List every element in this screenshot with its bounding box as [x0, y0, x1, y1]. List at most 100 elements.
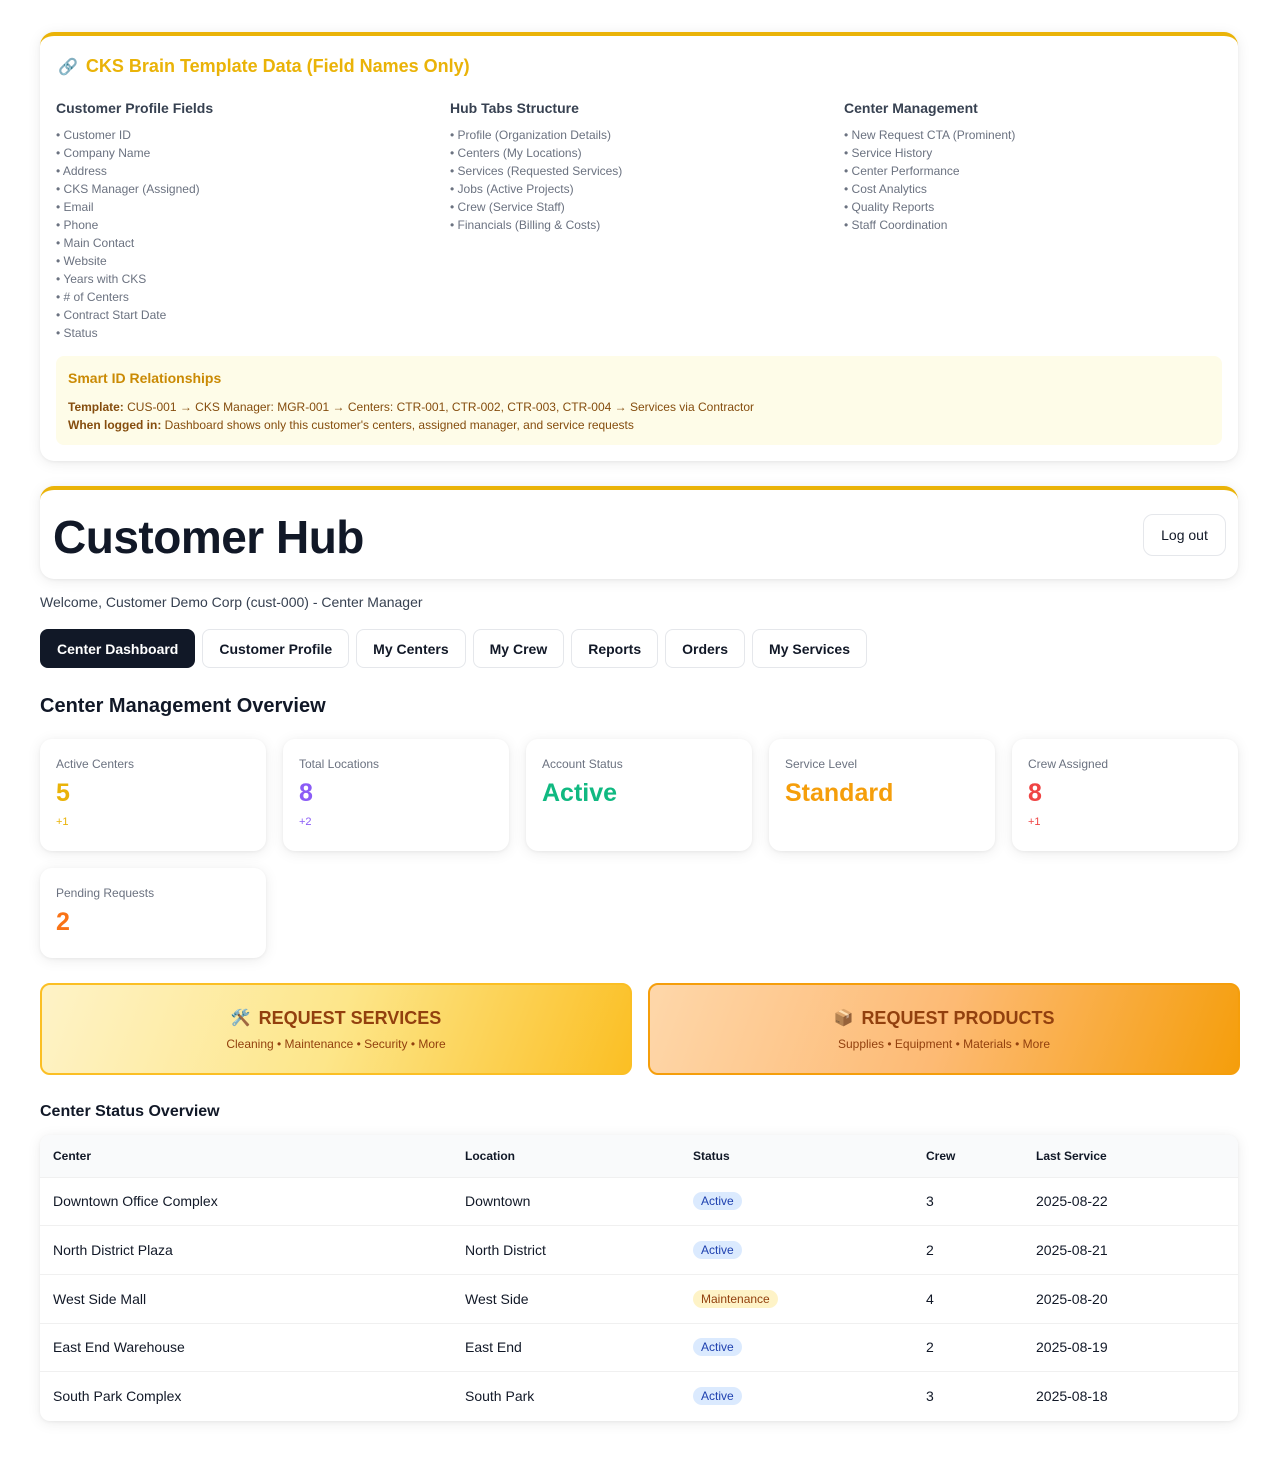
tab-my-services[interactable]: My Services [752, 629, 867, 668]
smart-template-text: CUS-001 → CKS Manager: MGR-001 → Centers… [127, 400, 754, 414]
status-badge: Maintenance [693, 1289, 778, 1308]
table-row[interactable]: North District Plaza North District Acti… [40, 1225, 1238, 1275]
stat-card-service-level: Service Level Standard [769, 739, 995, 851]
status-badge: Active [693, 1387, 742, 1406]
cell-location: North District [465, 1242, 546, 1259]
request-services-button[interactable]: 🛠️ REQUEST SERVICES Cleaning • Maintenan… [40, 983, 632, 1075]
cell-crew: 3 [926, 1193, 934, 1210]
table-row[interactable]: Downtown Office Complex Downtown Active … [40, 1177, 1238, 1226]
tab-reports[interactable]: Reports [571, 629, 659, 668]
list-item: Contract Start Date [56, 306, 436, 324]
request-products-button[interactable]: 📦 REQUEST PRODUCTS Supplies • Equipment … [648, 983, 1240, 1075]
column-header-location: Location [465, 1148, 515, 1163]
list-item: Centers (My Locations) [450, 144, 830, 162]
tab-my-crew[interactable]: My Crew [472, 629, 565, 668]
template-title: 🔗 CKS Brain Template Data (Field Names O… [58, 56, 470, 77]
cell-crew: 4 [926, 1290, 934, 1307]
stat-label: Pending Requests [56, 886, 155, 900]
list-item: Crew (Service Staff) [450, 198, 830, 216]
list-item: Phone [56, 216, 436, 234]
cell-location: West Side [465, 1290, 529, 1307]
logout-button[interactable]: Log out [1143, 514, 1226, 556]
center-status-table: Center Location Status Crew Last Service… [40, 1135, 1238, 1421]
list-item: # of Centers [56, 288, 436, 306]
stat-value: 8 [1028, 779, 1042, 807]
stat-label: Active Centers [56, 757, 135, 771]
cell-last-service: 2025-08-20 [1036, 1290, 1108, 1307]
list-item: Address [56, 162, 436, 180]
stat-card-active-centers: Active Centers 5 +1 [40, 739, 266, 851]
table-row[interactable]: South Park Complex South Park Active 3 2… [40, 1371, 1238, 1421]
request-services-title-row: 🛠️ REQUEST SERVICES [231, 1008, 442, 1029]
cell-center: East End Warehouse [53, 1339, 185, 1356]
stat-label: Crew Assigned [1028, 757, 1109, 771]
cell-status: Active [680, 1177, 913, 1226]
tab-customer-profile[interactable]: Customer Profile [202, 629, 350, 668]
table-row[interactable]: East End Warehouse East End Active 2 202… [40, 1323, 1238, 1372]
stat-value: 5 [56, 779, 70, 807]
table-row[interactable]: West Side Mall West Side Maintenance 4 2… [40, 1274, 1238, 1323]
smart-id-relationships: Smart ID Relationships Template: CUS-001… [56, 356, 1222, 445]
cell-last-service: 2025-08-22 [1036, 1193, 1108, 1210]
cell-location: East End [465, 1339, 522, 1356]
hub-tabs-structure: Hub Tabs Structure Profile (Organization… [450, 100, 830, 234]
stat-value: Active [542, 779, 618, 807]
cell-crew: 3 [926, 1388, 934, 1405]
list-item: Quality Reports [844, 198, 1224, 216]
column-header-center: Center [53, 1148, 92, 1163]
cell-status: Active [680, 1372, 913, 1421]
link-icon: 🔗 [58, 58, 78, 76]
cell-location: South Park [465, 1388, 535, 1405]
list-item: New Request CTA (Prominent) [844, 126, 1224, 144]
tab-orders[interactable]: Orders [665, 629, 746, 668]
list-item: Years with CKS [56, 270, 436, 288]
request-services-subtitle: Cleaning • Maintenance • Security • More [226, 1036, 446, 1051]
list-item: Email [56, 198, 436, 216]
smart-logged-label: When logged in: [68, 418, 162, 432]
stat-card-account-status: Account Status Active [526, 739, 752, 851]
stat-delta: +1 [56, 816, 69, 828]
list-item: Cost Analytics [844, 180, 1224, 198]
stat-value: Standard [785, 779, 894, 807]
stat-delta: +2 [299, 816, 312, 828]
list-item: Financials (Billing & Costs) [450, 216, 830, 234]
request-products-subtitle: Supplies • Equipment • Materials • More [837, 1036, 1051, 1051]
list-item: Company Name [56, 144, 436, 162]
status-badge: Active [693, 1192, 742, 1211]
overview-title: Center Management Overview [40, 695, 326, 717]
column-header-last-service: Last Service [1036, 1148, 1107, 1163]
stat-card-total-locations: Total Locations 8 +2 [283, 739, 509, 851]
list-item: Status [56, 324, 436, 342]
package-icon: 📦 [833, 1010, 854, 1027]
list-item: Main Contact [56, 234, 436, 252]
column-heading: Hub Tabs Structure [450, 100, 579, 116]
list-item: Services (Requested Services) [450, 162, 830, 180]
request-services-title: REQUEST SERVICES [258, 1007, 442, 1028]
smart-template-label: Template: [68, 400, 124, 414]
center-management: Center Management New Request CTA (Promi… [844, 100, 1224, 234]
smart-logged-text: Dashboard shows only this customer's cen… [164, 418, 634, 432]
column-heading: Customer Profile Fields [56, 100, 214, 116]
cell-center: North District Plaza [53, 1242, 173, 1259]
tools-icon: 🛠️ [230, 1010, 251, 1027]
cell-last-service: 2025-08-19 [1036, 1339, 1108, 1356]
cell-crew: 2 [926, 1242, 934, 1259]
page-title: Customer Hub [53, 511, 364, 563]
cell-status: Active [680, 1226, 913, 1275]
cell-last-service: 2025-08-21 [1036, 1242, 1108, 1259]
stat-label: Account Status [542, 757, 623, 771]
smart-template-line: Template: CUS-001 → CKS Manager: MGR-001… [68, 398, 1210, 416]
stat-card-pending-requests: Pending Requests 2 [40, 868, 266, 958]
cell-crew: 2 [926, 1339, 934, 1356]
stat-value: 8 [299, 779, 313, 807]
list-item: Jobs (Active Projects) [450, 180, 830, 198]
status-badge: Active [693, 1241, 742, 1260]
smart-heading: Smart ID Relationships [68, 370, 222, 386]
column-header-crew: Crew [926, 1148, 956, 1163]
cell-location: Downtown [465, 1193, 531, 1210]
tab-my-centers[interactable]: My Centers [356, 629, 466, 668]
template-data-panel: 🔗 CKS Brain Template Data (Field Names O… [40, 32, 1238, 461]
tab-center-dashboard[interactable]: Center Dashboard [40, 629, 196, 668]
smart-logged-line: When logged in: Dashboard shows only thi… [68, 416, 1210, 434]
stat-value: 2 [56, 908, 70, 936]
